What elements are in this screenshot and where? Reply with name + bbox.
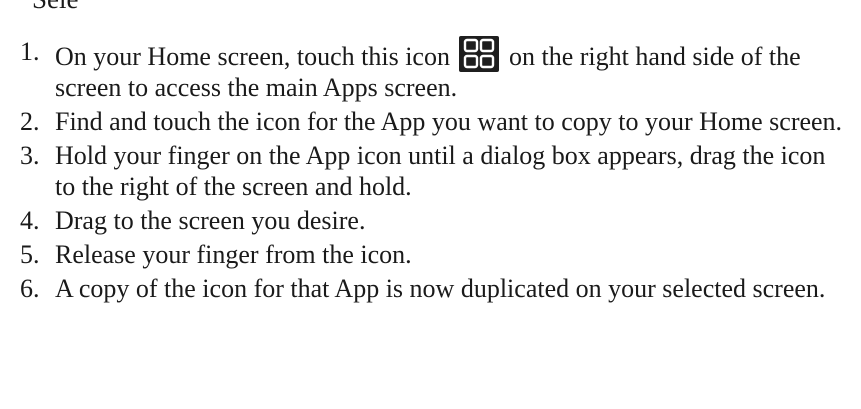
steps-list: 1. On your Home screen, touch this icon …: [20, 36, 850, 307]
step-6: 6. A copy of the icon for that App is no…: [20, 273, 850, 304]
step-2: 2. Find and touch the icon for the App y…: [20, 106, 850, 137]
step-text: Drag to the screen you desire.: [55, 206, 366, 235]
step-text: Release your finger from the icon.: [55, 240, 412, 269]
step-number: 2.: [20, 107, 40, 136]
step-3: 3. Hold your finger on the App icon unti…: [20, 140, 850, 202]
step-number: 3.: [20, 141, 40, 170]
step-number: 1.: [20, 37, 40, 66]
instructions-page: Sele 1. On your Home screen, touch this …: [0, 0, 861, 409]
section-heading: Sele: [32, 0, 79, 14]
step-text: Hold your finger on the App icon until a…: [55, 141, 826, 201]
step-text: On your Home screen, touch this icon: [55, 42, 450, 71]
step-number: 4.: [20, 206, 40, 235]
step-1: 1. On your Home screen, touch this icon …: [20, 36, 850, 103]
step-number: 6.: [20, 274, 40, 303]
step-5: 5. Release your finger from the icon.: [20, 239, 850, 270]
step-text: Find and touch the icon for the App you …: [55, 107, 843, 136]
apps-grid-icon: [459, 36, 500, 72]
step-number: 5.: [20, 240, 40, 269]
step-text: A copy of the icon for that App is now d…: [55, 274, 826, 303]
step-4: 4. Drag to the screen you desire.: [20, 205, 850, 236]
apps-grid-icon-graphic: [464, 38, 495, 69]
